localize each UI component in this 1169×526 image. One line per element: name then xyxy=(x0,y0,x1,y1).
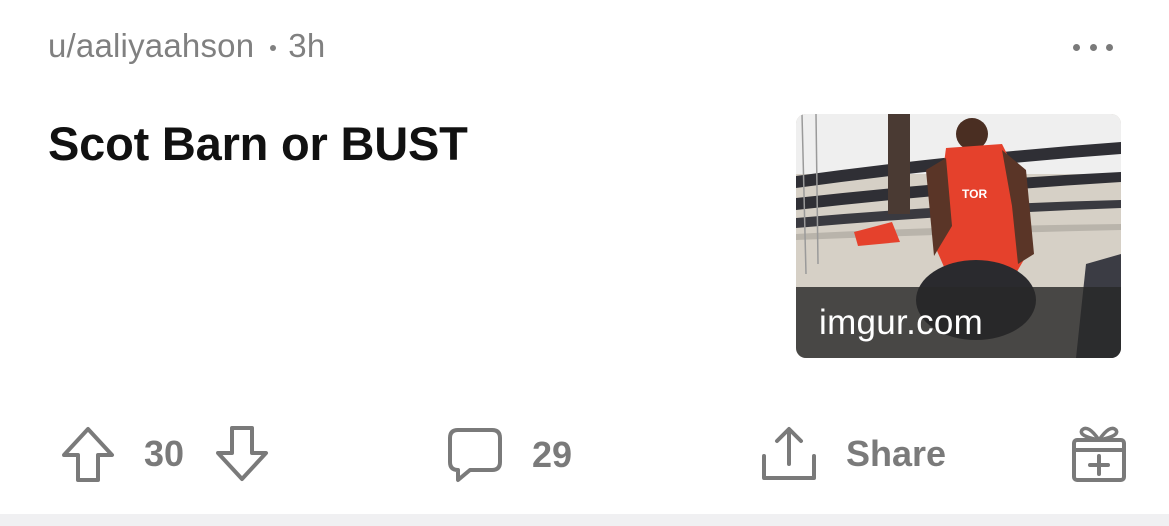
post-divider xyxy=(0,514,1169,526)
more-dot xyxy=(1089,43,1097,51)
upvote-arrow-icon[interactable] xyxy=(60,424,116,484)
svg-text:TOR: TOR xyxy=(962,187,987,201)
vote-controls: 30 xyxy=(60,424,270,484)
post-actions-bar: 30 29 Share xyxy=(0,420,1169,490)
link-thumbnail[interactable]: TOR imgur.com xyxy=(796,114,1121,358)
more-dot xyxy=(1073,43,1080,51)
comment-bubble-icon xyxy=(448,428,502,482)
post-card[interactable]: u/aaliyaahson 3h Scot Barn or BUST TOR i… xyxy=(0,0,1169,526)
vote-count: 30 xyxy=(144,433,185,474)
award-button[interactable] xyxy=(1070,422,1128,484)
gift-award-icon xyxy=(1072,426,1126,482)
post-title[interactable]: Scot Barn or BUST xyxy=(48,116,468,171)
separator-dot xyxy=(270,45,277,51)
post-age: 3h xyxy=(288,27,326,64)
comments-button[interactable]: 29 xyxy=(446,426,572,484)
more-dot xyxy=(1106,43,1113,51)
comment-count: 29 xyxy=(532,434,573,475)
post-author[interactable]: u/aaliyaahson xyxy=(48,27,254,65)
downvote-arrow-icon[interactable] xyxy=(214,424,270,484)
share-button[interactable]: Share xyxy=(760,424,946,484)
post-meta: u/aaliyaahson 3h xyxy=(48,26,325,66)
thumbnail-domain: imgur.com xyxy=(796,287,1121,358)
share-label: Share xyxy=(846,433,947,474)
more-options-icon[interactable] xyxy=(1073,38,1113,56)
share-icon xyxy=(762,427,816,480)
